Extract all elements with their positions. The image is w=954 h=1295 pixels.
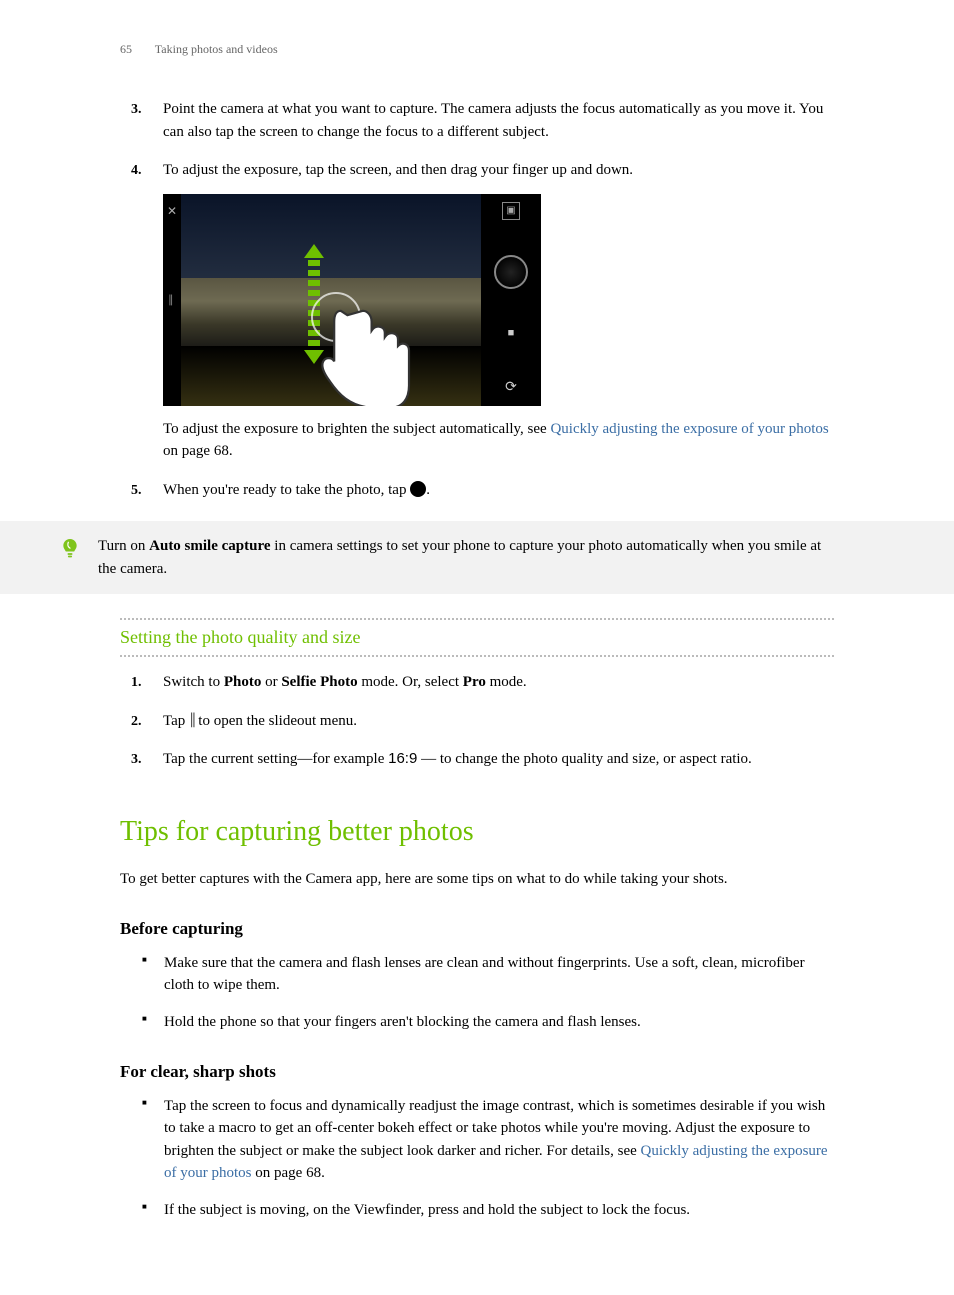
step-4-text-before-link: To adjust the exposure to brighten the s… bbox=[163, 421, 550, 437]
tip-bold: Auto smile capture bbox=[149, 538, 270, 554]
step-b1: Switch to Photo or Selfie Photo mode. Or… bbox=[145, 671, 834, 694]
list-item: If the subject is moving, on the Viewfin… bbox=[164, 1199, 834, 1222]
step-4-intro: To adjust the exposure, tap the screen, … bbox=[163, 159, 834, 182]
step-b2: Tap ∥ to open the slideout menu. bbox=[145, 710, 834, 733]
steps-list-a: Point the camera at what you want to cap… bbox=[120, 98, 834, 501]
shutter-icon bbox=[410, 481, 426, 497]
heading-clear-sharp: For clear, sharp shots bbox=[120, 1059, 834, 1085]
subheading-photo-quality: Setting the photo quality and size bbox=[120, 618, 834, 657]
hand-pointer-icon bbox=[321, 302, 431, 406]
steps-list-b: Switch to Photo or Selfie Photo mode. Or… bbox=[120, 671, 834, 771]
step-4-text-after-link: on page 68. bbox=[163, 443, 233, 459]
step-5: When you're ready to take the photo, tap… bbox=[145, 479, 834, 502]
tips-intro: To get better captures with the Camera a… bbox=[120, 868, 834, 891]
page-number: 65 bbox=[120, 42, 132, 56]
step-4: To adjust the exposure, tap the screen, … bbox=[145, 159, 834, 463]
slideout-handle-icon: ∥ bbox=[168, 291, 174, 308]
slideout-menu-icon: ∥ bbox=[189, 709, 195, 732]
heading-before-capturing: Before capturing bbox=[120, 916, 834, 942]
step-4-followup: To adjust the exposure to brighten the s… bbox=[163, 418, 834, 463]
camera-exposure-illustration: ✕ ∥ ▣ ■ ⟳ bbox=[163, 194, 541, 406]
step-b3: Tap the current setting—for example 16:9… bbox=[145, 748, 834, 771]
video-mode-icon: ■ bbox=[508, 325, 515, 342]
list-item: Make sure that the camera and flash lens… bbox=[164, 952, 834, 997]
shutter-button-icon bbox=[494, 255, 528, 289]
flash-off-icon: ✕ bbox=[167, 202, 177, 220]
section-heading-tips: Tips for capturing better photos bbox=[120, 811, 834, 853]
step-3: Point the camera at what you want to cap… bbox=[145, 98, 834, 143]
switch-camera-icon: ⟳ bbox=[505, 377, 517, 398]
step-5-before-icon: When you're ready to take the photo, tap bbox=[163, 482, 410, 498]
list-item: Hold the phone so that your fingers aren… bbox=[164, 1011, 834, 1034]
tip-box: Turn on Auto smile capture in camera set… bbox=[0, 521, 954, 594]
step-5-after-icon: . bbox=[426, 482, 430, 498]
page-header-title: Taking photos and videos bbox=[155, 42, 278, 56]
tip-text: Turn on Auto smile capture in camera set… bbox=[98, 535, 834, 580]
clear-sharp-list: Tap the screen to focus and dynamically … bbox=[120, 1095, 834, 1222]
step-3-text: Point the camera at what you want to cap… bbox=[163, 101, 823, 140]
list-item: Tap the screen to focus and dynamically … bbox=[164, 1095, 834, 1185]
lightbulb-icon bbox=[60, 537, 80, 565]
aspect-ratio-label: 16:9 bbox=[388, 750, 417, 767]
gallery-thumbnail-icon: ▣ bbox=[502, 202, 520, 220]
link-exposure-quick-adjust[interactable]: Quickly adjusting the exposure of your p… bbox=[550, 421, 828, 437]
before-capturing-list: Make sure that the camera and flash lens… bbox=[120, 952, 834, 1034]
page-header: 65 Taking photos and videos bbox=[120, 40, 834, 58]
